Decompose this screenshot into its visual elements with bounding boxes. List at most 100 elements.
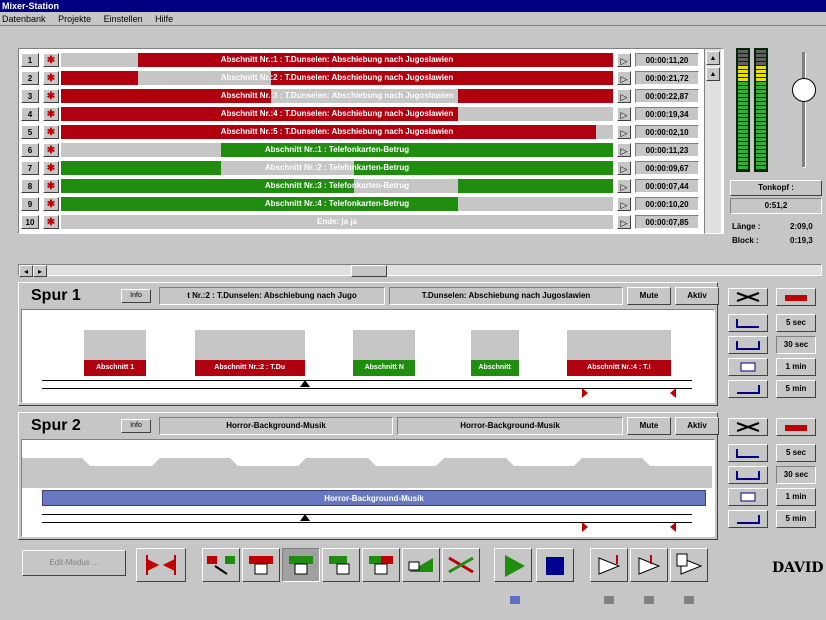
clip-bar[interactable]: Abschnitt Nr.:4 : Telefonkarten-Betrug [61, 197, 613, 211]
clip-play-icon[interactable]: ▷ [617, 161, 631, 175]
track-2-fade-out-icon[interactable] [728, 510, 768, 528]
menu-projekte[interactable]: Projekte [58, 14, 91, 24]
clip-play-icon[interactable]: ▷ [617, 215, 631, 229]
clip-row[interactable]: 3 ✱ Abschnitt Nr.:3 : T.Dunselen: Abschieb… [21, 88, 721, 104]
track-1-zoom-1min[interactable]: 1 min [776, 358, 816, 376]
track-2-block-start-icon[interactable] [582, 522, 588, 532]
block-markers-button[interactable] [136, 548, 186, 582]
timeline-scrollbar[interactable]: ◂ ▸ [18, 264, 822, 277]
scroll-thumb[interactable]: ▲ [706, 67, 720, 81]
clip-bar[interactable]: Abschnitt Nr.:2 : Telefonkarten-Betrug [61, 161, 613, 175]
tool-2-button[interactable] [242, 548, 280, 582]
tool-7-button[interactable] [442, 548, 480, 582]
track-2-zoom-5sec[interactable]: 5 sec [776, 444, 816, 462]
track-1-cut-icon[interactable] [728, 288, 768, 306]
track-1-aktiv-button[interactable]: Aktiv [675, 287, 719, 305]
clip-marker-icon[interactable]: ✱ [43, 161, 59, 175]
clip-play-icon[interactable]: ▷ [617, 89, 631, 103]
track-1-block-start-icon[interactable] [582, 388, 588, 398]
track-2-fade-flat-icon[interactable] [728, 466, 768, 484]
clip-bar[interactable]: Abschnitt Nr.:4 : T.Dunselen: Abschiebun… [61, 107, 613, 121]
track-2-zoom-30sec[interactable]: 30 sec [776, 466, 816, 484]
tool-5-button[interactable] [362, 548, 400, 582]
goto-start-button[interactable] [590, 548, 628, 582]
track-1-level-icon[interactable] [728, 358, 768, 376]
track-1-fade-out-icon[interactable] [728, 380, 768, 398]
track-2-aktiv-button[interactable]: Aktiv [675, 417, 719, 435]
track-2-playhead-icon[interactable] [300, 514, 310, 521]
track-2-block-end-icon[interactable] [670, 522, 676, 532]
clip-marker-icon[interactable]: ✱ [43, 71, 59, 85]
clip-row[interactable]: 1 ✱ Abschnitt Nr.:1 : T.Dunselen: Abschieb… [21, 52, 721, 68]
track-1-fade-icon[interactable] [776, 288, 816, 306]
track-1-clip[interactable]: Abschnitt Nr.:2 : T.Du [194, 330, 305, 376]
track-2-zoom-1min[interactable]: 1 min [776, 488, 816, 506]
tool-6-button[interactable] [402, 548, 440, 582]
track-2-fade-in-icon[interactable] [728, 444, 768, 462]
clip-play-icon[interactable]: ▷ [617, 71, 631, 85]
goto-end-button[interactable] [630, 548, 668, 582]
clip-bar[interactable]: Abschnitt Nr.:5 : T.Dunselen: Abschiebun… [61, 125, 613, 139]
tool-4-button[interactable] [322, 548, 360, 582]
track-2-cut-icon[interactable] [728, 418, 768, 436]
clip-play-icon[interactable]: ▷ [617, 143, 631, 157]
clip-list-scrollbar[interactable]: ▲ ▲ [704, 48, 722, 234]
track-1-clip[interactable]: Abschnitt 1 [84, 330, 147, 376]
volume-fader[interactable] [786, 48, 822, 172]
clip-row[interactable]: 10 ✱ Ende: ja ja ▷ 00:00:07,85 [21, 214, 721, 230]
track-1-block-end-icon[interactable] [670, 388, 676, 398]
play-button[interactable] [494, 548, 532, 582]
track-1-info-button[interactable]: Info [121, 289, 151, 303]
clip-bar[interactable]: Abschnitt Nr.:1 : Telefonkarten-Betrug [61, 143, 613, 157]
clip-play-icon[interactable]: ▷ [617, 107, 631, 121]
track-2-mute-button[interactable]: Mute [627, 417, 671, 435]
hand-play-button[interactable] [670, 548, 708, 582]
track-1-fade-in-icon[interactable] [728, 314, 768, 332]
tool-1-button[interactable] [202, 548, 240, 582]
track-1-clip[interactable]: Abschnitt Nr.:4 : T.I [567, 330, 671, 376]
menu-datenbank[interactable]: Datenbank [2, 14, 46, 24]
track-2-fade-icon[interactable] [776, 418, 816, 436]
menu-einstellen[interactable]: Einstellen [104, 14, 143, 24]
clip-row[interactable]: 6 ✱ Abschnitt Nr.:1 : Telefonkarten-Betrug… [21, 142, 721, 158]
edit-mode-button[interactable]: Edit-Modus ... [22, 550, 126, 576]
clip-marker-icon[interactable]: ✱ [43, 125, 59, 139]
clip-play-icon[interactable]: ▷ [617, 53, 631, 67]
track-1-playhead-icon[interactable] [300, 380, 310, 387]
clip-bar[interactable]: Abschnitt Nr.:2 : T.Dunselen: Abschiebun… [61, 71, 613, 85]
clip-bar[interactable]: Ende: ja ja [61, 215, 613, 229]
scroll-up-icon[interactable]: ▲ [706, 51, 720, 65]
menu-hilfe[interactable]: Hilfe [155, 14, 173, 24]
track-1-clip[interactable]: Abschnitt N [353, 330, 416, 376]
scroll-right-icon[interactable]: ▸ [33, 265, 47, 277]
clip-marker-icon[interactable]: ✱ [43, 53, 59, 67]
clip-marker-icon[interactable]: ✱ [43, 215, 59, 229]
clip-row[interactable]: 4 ✱ Abschnitt Nr.:4 : T.Dunselen: Abschieb… [21, 106, 721, 122]
clip-row[interactable]: 2 ✱ Abschnitt Nr.:2 : T.Dunselen: Abschieb… [21, 70, 721, 86]
track-2-music-band[interactable]: Horror-Background-Musik [42, 490, 706, 506]
track-1-zoom-5sec[interactable]: 5 sec [776, 314, 816, 332]
clip-play-icon[interactable]: ▷ [617, 197, 631, 211]
track-2-zoom-5min[interactable]: 5 min [776, 510, 816, 528]
clip-row[interactable]: 5 ✱ Abschnitt Nr.:5 : T.Dunselen: Abschieb… [21, 124, 721, 140]
scroll-left-icon[interactable]: ◂ [19, 265, 33, 277]
track-1-zoom-30sec[interactable]: 30 sec [776, 336, 816, 354]
track-2-info-button[interactable]: Info [121, 419, 151, 433]
track-2-level-icon[interactable] [728, 488, 768, 506]
clip-play-icon[interactable]: ▷ [617, 125, 631, 139]
clip-marker-icon[interactable]: ✱ [43, 89, 59, 103]
clip-row[interactable]: 9 ✱ Abschnitt Nr.:4 : Telefonkarten-Betrug… [21, 196, 721, 212]
stop-button[interactable] [536, 548, 574, 582]
clip-bar[interactable]: Abschnitt Nr.:3 : T.Dunselen: Abschiebun… [61, 89, 613, 103]
timeline-scroll-thumb[interactable] [351, 265, 387, 277]
track-1-mute-button[interactable]: Mute [627, 287, 671, 305]
fader-knob[interactable] [792, 78, 816, 102]
track-1-zoom-5min[interactable]: 5 min [776, 380, 816, 398]
clip-row[interactable]: 7 ✱ Abschnitt Nr.:2 : Telefonkarten-Betrug… [21, 160, 721, 176]
clip-marker-icon[interactable]: ✱ [43, 179, 59, 193]
tool-3-button[interactable] [282, 548, 320, 582]
clip-bar[interactable]: Abschnitt Nr.:3 : Telefonkarten-Betrug [61, 179, 613, 193]
clip-marker-icon[interactable]: ✱ [43, 107, 59, 121]
track-1-fade-flat-icon[interactable] [728, 336, 768, 354]
track-1-clip[interactable]: Abschnitt [470, 330, 519, 376]
